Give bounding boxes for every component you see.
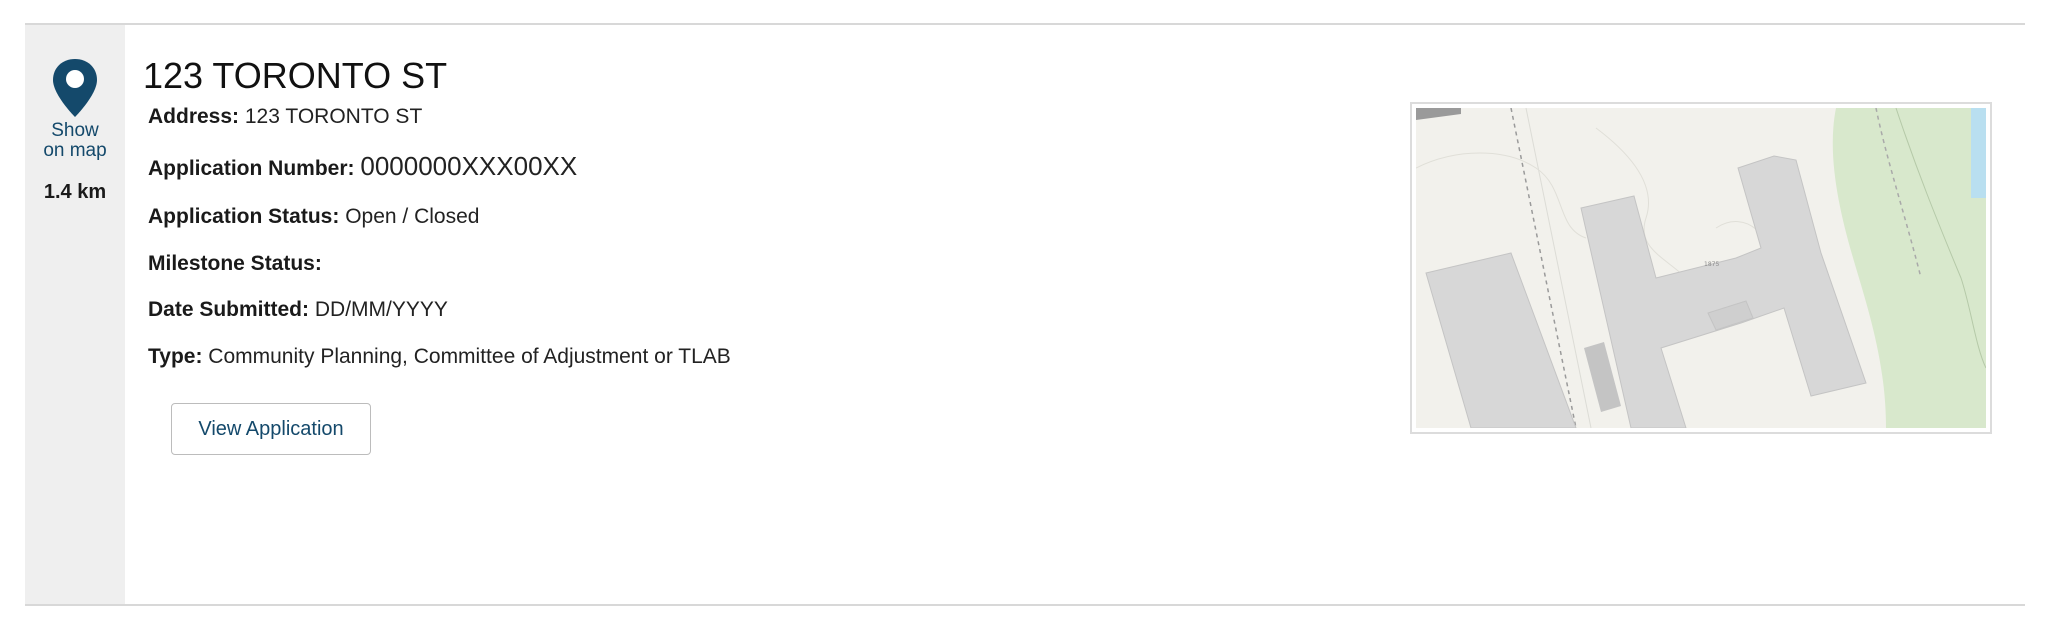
application-number-value: 0000000XXX00XX — [360, 151, 578, 181]
type-value: Community Planning, Committee of Adjustm… — [208, 345, 731, 368]
view-application-button[interactable]: View Application — [171, 403, 371, 455]
milestone-status-label: Milestone Status: — [148, 252, 322, 275]
map-thumbnail-graphic: 1875 — [1416, 108, 1986, 428]
application-status-row: Application Status: Open / Closed — [148, 205, 479, 229]
show-on-map-line2[interactable]: on map — [25, 141, 125, 161]
map-thumbnail[interactable]: 1875 — [1410, 102, 1992, 434]
map-pin-icon[interactable] — [51, 57, 99, 119]
address-row: Address: 123 TORONTO ST — [148, 105, 422, 129]
type-row: Type: Community Planning, Committee of A… — [148, 345, 731, 369]
application-status-label: Application Status: — [148, 205, 340, 228]
type-label: Type: — [148, 345, 203, 368]
map-street-number-label: 1875 — [1704, 261, 1719, 268]
distance-label: 1.4 km — [43, 181, 107, 203]
result-sidebar: Show on map 1.4 km — [25, 25, 125, 604]
date-submitted-value: DD/MM/YYYY — [314, 298, 448, 321]
milestone-status-row: Milestone Status: — [148, 252, 322, 276]
show-on-map-link[interactable]: Show on map — [25, 121, 125, 161]
address-label: Address: — [148, 105, 240, 128]
date-submitted-label: Date Submitted: — [148, 298, 310, 321]
show-on-map-line1[interactable]: Show — [25, 121, 125, 141]
date-submitted-row: Date Submitted: DD/MM/YYYY — [148, 298, 448, 322]
result-card: Show on map 1.4 km 123 TORONTO ST Addres… — [25, 23, 2025, 606]
result-title: 123 TORONTO ST — [143, 55, 448, 96]
application-status-value: Open / Closed — [345, 205, 480, 228]
address-value: 123 TORONTO ST — [244, 105, 423, 128]
application-number-label: Application Number: — [148, 157, 355, 180]
application-number-row: Application Number: 0000000XXX00XX — [148, 151, 577, 182]
